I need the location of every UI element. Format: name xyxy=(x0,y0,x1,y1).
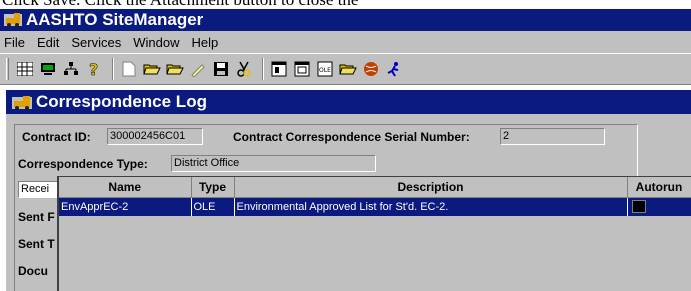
clear-icon[interactable] xyxy=(188,59,208,79)
menu-services[interactable]: Services xyxy=(71,35,121,50)
ole-icon[interactable]: OLE xyxy=(315,59,335,79)
attachments-table: Name Type Description Autorun EnvApprEC-… xyxy=(59,177,691,216)
correspondence-type-field[interactable]: District Office xyxy=(171,155,376,172)
svg-text:OLE: OLE xyxy=(319,67,331,74)
sent-to-label: Sent T xyxy=(18,237,55,251)
column-header-name[interactable]: Name xyxy=(59,177,192,198)
attachments-popup: Name Type Description Autorun EnvApprEC-… xyxy=(57,176,691,291)
toolbar-separator xyxy=(262,58,264,80)
tutorial-caption: Click Save. Click the Attachment button … xyxy=(0,0,691,9)
open-folder-2-icon[interactable] xyxy=(165,59,185,79)
folder-3-icon[interactable] xyxy=(338,59,358,79)
toolbar-grip[interactable] xyxy=(6,58,9,80)
toolbar: ? OLE xyxy=(0,53,691,85)
app-icon xyxy=(4,12,22,28)
cell-description[interactable]: Environmental Approved List for St'd. EC… xyxy=(234,197,628,216)
column-header-description[interactable]: Description xyxy=(234,177,628,198)
app-title-bar: AASHTO SiteManager xyxy=(0,9,691,31)
column-header-autorun[interactable]: Autorun xyxy=(627,177,691,198)
correspondence-type-label: Correspondence Type: xyxy=(18,157,148,171)
contract-id-label: Contract ID: xyxy=(22,130,91,144)
column-header-type[interactable]: Type xyxy=(191,177,235,198)
serial-number-label: Contract Correspondence Serial Number: xyxy=(233,130,470,144)
cut-icon[interactable] xyxy=(234,59,254,79)
help-icon[interactable]: ? xyxy=(84,59,104,79)
document-label: Docu xyxy=(18,264,48,278)
table-row[interactable]: EnvApprEC-2 OLE Environmental Approved L… xyxy=(59,197,691,216)
cell-type[interactable]: OLE xyxy=(191,197,235,216)
window-title-bar: Correspondence Log xyxy=(6,90,691,114)
menu-bar: File Edit Services Window Help xyxy=(0,31,691,53)
blank-doc-icon[interactable] xyxy=(119,59,139,79)
globe-icon[interactable] xyxy=(361,59,381,79)
cell-name[interactable]: EnvApprEC-2 xyxy=(59,197,192,216)
window-1-icon[interactable] xyxy=(269,59,289,79)
hierarchy-icon[interactable] xyxy=(61,59,81,79)
save-icon[interactable] xyxy=(211,59,231,79)
cell-autorun[interactable] xyxy=(627,197,691,216)
open-folder-icon[interactable] xyxy=(142,59,162,79)
runner-icon[interactable] xyxy=(384,59,404,79)
svg-text:?: ? xyxy=(89,61,98,77)
app-title: AASHTO SiteManager xyxy=(26,10,204,29)
contract-id-field[interactable]: 300002456C01 xyxy=(107,128,203,145)
toolbar-separator xyxy=(112,58,114,80)
menu-window[interactable]: Window xyxy=(133,35,179,50)
window-title: Correspondence Log xyxy=(36,92,207,111)
window-2-icon[interactable] xyxy=(292,59,312,79)
serial-number-field[interactable]: 2 xyxy=(500,128,605,145)
menu-edit[interactable]: Edit xyxy=(37,35,59,50)
menu-file[interactable]: File xyxy=(4,35,25,50)
grid-icon[interactable] xyxy=(15,59,35,79)
monitor-icon[interactable] xyxy=(38,59,58,79)
table-header-row: Name Type Description Autorun xyxy=(59,177,691,198)
menu-help[interactable]: Help xyxy=(191,35,218,50)
sent-from-label: Sent F xyxy=(18,210,55,224)
autorun-checkbox[interactable] xyxy=(631,199,646,213)
received-field[interactable]: Recei xyxy=(18,181,60,198)
window-icon xyxy=(12,94,32,110)
